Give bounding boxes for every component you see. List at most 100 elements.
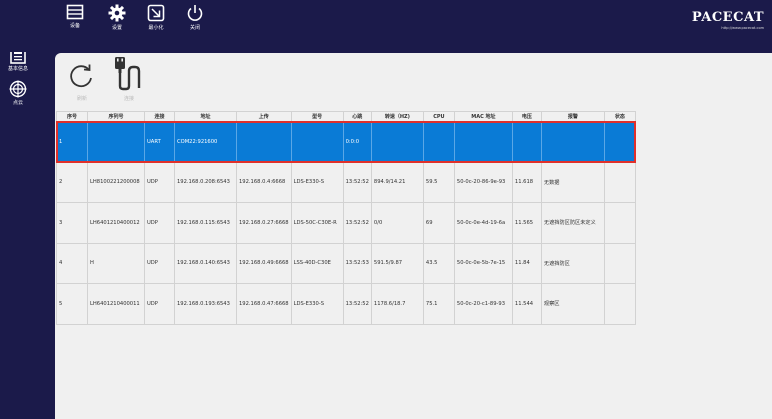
cell-index: 1 (56, 121, 88, 163)
toolbar-label: 最小化 (148, 25, 164, 31)
cell-upload: 192.168.0.47:6668 (236, 283, 292, 325)
table-row[interactable]: 2 LH8100221200008 UDP 192.168.0.208:6543… (56, 161, 636, 203)
cell-status (603, 283, 636, 325)
cell-address: 192.168.0.208:6543 (174, 161, 237, 203)
cell-index: 2 (56, 161, 88, 203)
sidebar-item-label: 基本信息 (7, 66, 28, 72)
toolbar-close-button[interactable]: 关闭 (175, 4, 215, 48)
column-header-connection[interactable]: 连接 (144, 111, 175, 122)
cell-index: 5 (56, 283, 88, 325)
toolbar-device-button[interactable]: 设备 (55, 4, 95, 48)
cell-cpu: 69 (422, 202, 455, 244)
cell-speed: 894.9/14.21 (370, 161, 424, 203)
cell-alarm (540, 121, 605, 163)
toolbar-label: 设置 (111, 25, 122, 31)
brand-url: http://www.pacecat.com (721, 26, 764, 30)
cell-address: 192.168.0.193:6543 (174, 283, 237, 325)
cell-speed (370, 121, 424, 163)
minimize-icon (147, 4, 165, 22)
cell-voltage: 11.84 (511, 242, 542, 284)
cell-cpu: 43.5 (422, 242, 455, 284)
cell-alarm: 无遮挡防区 (540, 242, 605, 284)
refresh-button[interactable]: 刷新 (67, 61, 97, 102)
table-row[interactable]: 3 LH6401210400012 UDP 192.168.0.115:6543… (56, 202, 636, 244)
table-row[interactable]: 4 H UDP 192.168.0.140:6543 192.168.0.49:… (56, 242, 636, 284)
cell-mac (453, 121, 513, 163)
sidebar-item-pointcloud[interactable]: 点云 (0, 80, 36, 106)
cell-serial: H (87, 242, 145, 284)
cell-heartbeat: 13:52:52 (342, 202, 372, 244)
power-icon (187, 5, 203, 21)
cell-speed: 0/0 (370, 202, 424, 244)
cell-model: LDS-E330-S (290, 283, 344, 325)
cell-alarm: 无遮挡防区防区未定义 (540, 202, 605, 244)
device-table: 序号 序列号 连接 地址 上传 型号 心跳 转速（HZ) CPU MAC 地址 … (55, 111, 637, 325)
cell-upload: 192.168.0.4:6668 (236, 161, 292, 203)
cell-status (603, 202, 636, 244)
cell-connection: UDP (144, 283, 175, 325)
cell-alarm: 无数据 (540, 161, 605, 203)
brand-name: PACECAT (691, 10, 764, 25)
sidebar: 主页 基本信息 点云 (0, 0, 52, 419)
toolbar-minimize-button[interactable]: 最小化 (136, 4, 176, 48)
top-toolbar: 设备 设置 最小化 关闭 PACECAT http://www.pacecat.… (0, 0, 772, 52)
column-header-upload[interactable]: 上传 (236, 111, 292, 122)
column-header-heartbeat[interactable]: 心跳 (342, 111, 372, 122)
column-header-model[interactable]: 型号 (290, 111, 344, 122)
cell-speed: 1178.6/18.7 (370, 283, 424, 325)
cell-index: 3 (56, 202, 88, 244)
cell-mac: 50-0c-20-86-9e-93 (453, 161, 513, 203)
column-header-status[interactable]: 状态 (603, 111, 636, 122)
cell-heartbeat: 13:52:52 (342, 161, 372, 203)
device-icon (66, 4, 84, 20)
cell-mac: 50-0c-20-c1-89-93 (453, 283, 513, 325)
toolbar-label: 设备 (69, 23, 80, 29)
column-header-cpu[interactable]: CPU (422, 111, 455, 122)
cell-connection: UDP (144, 161, 175, 203)
cell-status (603, 161, 636, 203)
cell-speed: 591.5/9.87 (370, 242, 424, 284)
table-row[interactable]: 1 UART COM22:921600 0:0:0 (55, 120, 637, 163)
cell-heartbeat: 13:52:53 (342, 242, 372, 284)
cell-address: 192.168.0.115:6543 (174, 202, 237, 244)
cell-cpu (422, 121, 455, 163)
cell-address: COM22:921600 (174, 121, 237, 163)
cell-upload (236, 121, 292, 163)
column-header-index[interactable]: 序号 (56, 111, 88, 122)
cell-connection: UART (144, 121, 175, 163)
cable-icon (115, 57, 141, 91)
column-header-address[interactable]: 地址 (174, 111, 237, 122)
column-header-alarm[interactable]: 报警 (540, 111, 605, 122)
cell-upload: 192.168.0.49:6668 (236, 242, 292, 284)
cell-voltage: 11.618 (511, 161, 542, 203)
cell-cpu: 75.1 (422, 283, 455, 325)
cell-mac: 50-0c-0e-5b-7e-15 (453, 242, 513, 284)
cell-heartbeat: 13:52:52 (342, 283, 372, 325)
toolbar-label: 关闭 (189, 25, 200, 31)
cell-status (603, 121, 636, 163)
refresh-icon (70, 64, 92, 88)
cell-serial: LH8100221200008 (87, 161, 145, 203)
cell-serial (87, 121, 145, 163)
cell-status (603, 242, 636, 284)
cell-address: 192.168.0.140:6543 (174, 242, 237, 284)
cell-cpu: 59.5 (422, 161, 455, 203)
gear-icon (108, 4, 126, 22)
column-header-mac[interactable]: MAC 地址 (453, 111, 513, 122)
column-header-speed[interactable]: 转速（HZ) (370, 111, 424, 122)
sidebar-item-label: 点云 (12, 100, 23, 106)
connect-button[interactable]: 连接 (109, 55, 149, 102)
brand-logo: PACECAT http://www.pacecat.com (692, 10, 764, 30)
cell-model: LDS-50C-C30E-R (290, 202, 344, 244)
cell-serial: LH6401210400012 (87, 202, 145, 244)
cell-alarm: 观察区 (540, 283, 605, 325)
toolbar-settings-button[interactable]: 设置 (97, 4, 137, 48)
table-row[interactable]: 5 LH6401210400011 UDP 192.168.0.193:6543… (56, 283, 636, 325)
cell-model: LSS-40D-C30E (290, 242, 344, 284)
cell-connection: UDP (144, 242, 175, 284)
column-header-voltage[interactable]: 电压 (511, 111, 542, 122)
cell-model: LDS-E330-S (290, 161, 344, 203)
cell-mac: 50-0c-0e-4d-19-6a (453, 202, 513, 244)
column-header-serial[interactable]: 序列号 (87, 111, 145, 122)
crosshair-icon (9, 80, 27, 98)
